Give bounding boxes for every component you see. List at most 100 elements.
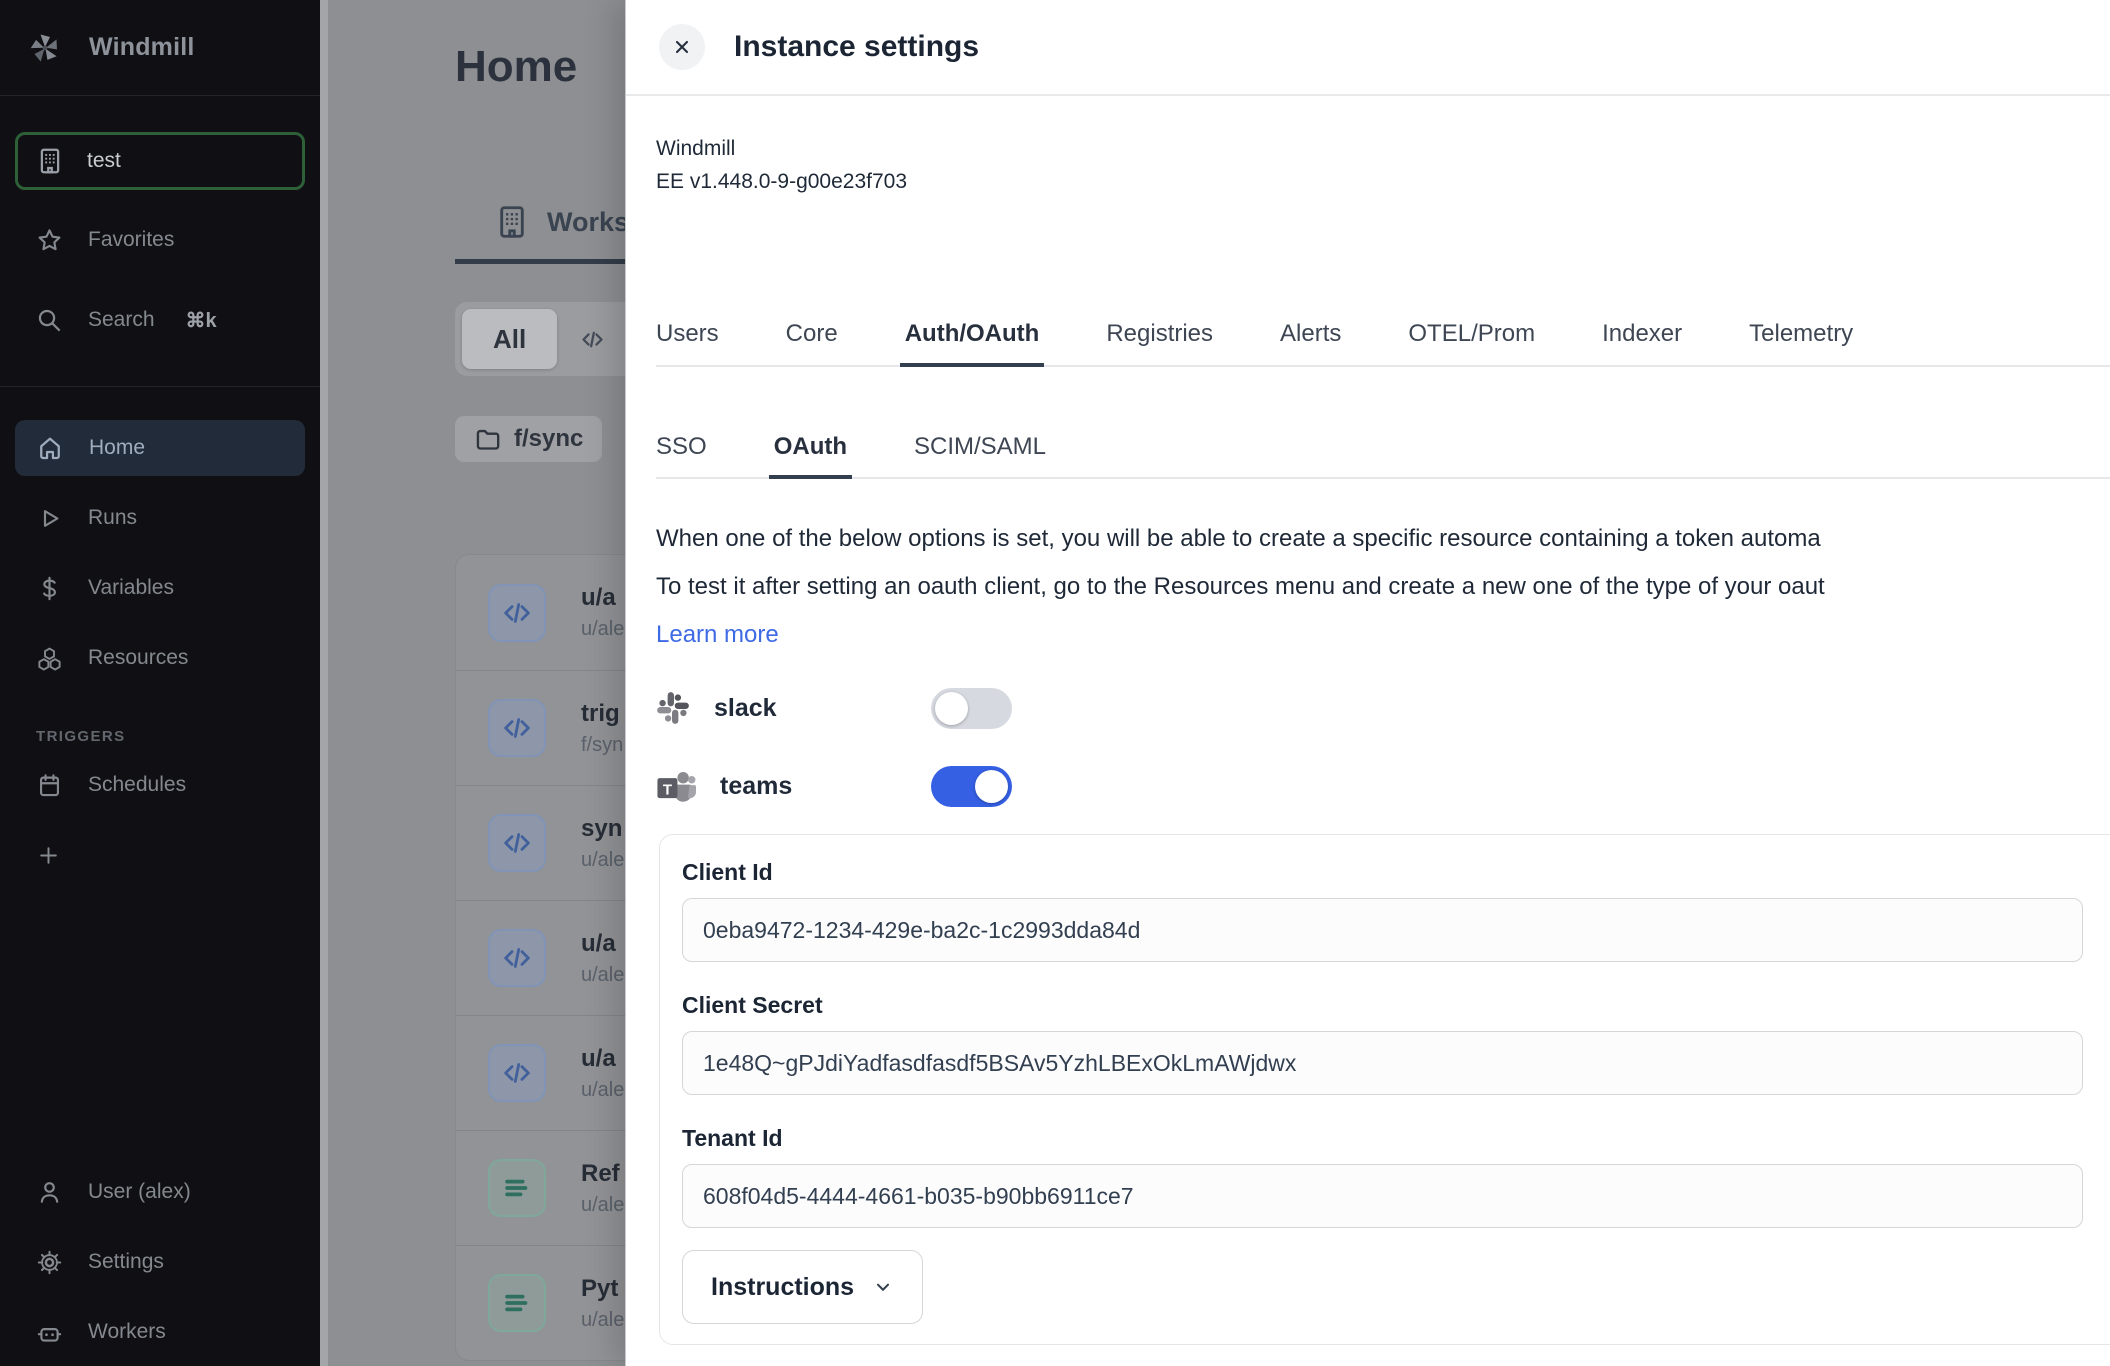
folder-chip[interactable]: f/sync (455, 416, 602, 462)
instructions-button[interactable]: Instructions (682, 1250, 923, 1324)
tab-auth-oauth[interactable]: Auth/OAuth (905, 320, 1040, 365)
play-icon (36, 505, 63, 532)
gear-icon (36, 1249, 63, 1276)
subtab-sso[interactable]: SSO (656, 433, 707, 477)
search-shortcut: ⌘k (186, 308, 217, 333)
tab-workspace[interactable]: Works (455, 203, 653, 264)
description-line-1: When one of the below options is set, yo… (656, 515, 2110, 563)
script-icon (488, 1044, 546, 1102)
subtab-scim-saml[interactable]: SCIM/SAML (914, 433, 1046, 477)
item-path: u/ale (581, 849, 624, 872)
sidebar-item-label: Runs (88, 506, 137, 530)
brand: Windmill (0, 0, 320, 96)
sidebar-item-resources[interactable]: Resources (15, 630, 305, 686)
flow-icon (488, 1159, 546, 1217)
windmill-logo-icon (27, 30, 63, 66)
folder-chip-label: f/sync (514, 425, 583, 453)
sidebar-item-settings[interactable]: Settings (15, 1234, 305, 1290)
tab-alerts[interactable]: Alerts (1280, 320, 1341, 365)
tenant-id-label: Tenant Id (682, 1125, 2083, 1152)
item-title: trig (581, 700, 623, 728)
code-filter-icon[interactable] (579, 326, 606, 353)
tab-telemetry[interactable]: Telemetry (1749, 320, 1853, 365)
sidebar-nav: test Favorites Search ⌘k (0, 132, 320, 883)
script-icon (488, 584, 546, 642)
slack-icon (656, 691, 690, 725)
search-icon (36, 307, 63, 334)
instance-name: Windmill (656, 132, 2110, 165)
tenant-id-input[interactable] (682, 1164, 2083, 1228)
user-icon (36, 1179, 63, 1206)
star-icon (36, 227, 63, 254)
item-title: Pyt (581, 1275, 624, 1303)
dollar-icon (36, 575, 63, 602)
subtab-oauth[interactable]: OAuth (774, 433, 847, 477)
add-trigger-button[interactable] (15, 827, 305, 883)
learn-more-link[interactable]: Learn more (656, 611, 2110, 659)
sidebar-item-workers[interactable]: Workers (15, 1304, 305, 1360)
tab-users[interactable]: Users (656, 320, 719, 365)
provider-name: slack (714, 694, 777, 723)
instance-settings-drawer: Instance settings Windmill EE v1.448.0-9… (625, 0, 2110, 1366)
close-button[interactable] (659, 24, 705, 70)
brand-name: Windmill (89, 33, 195, 62)
client-secret-input[interactable] (682, 1031, 2083, 1095)
workspace-selector[interactable]: test (15, 132, 305, 190)
tab-workspace-label: Works (547, 207, 629, 238)
teams-toggle[interactable] (931, 766, 1012, 807)
instance-version: EE v1.448.0-9-g00e23f703 (656, 165, 2110, 198)
sidebar-item-schedules[interactable]: Schedules (15, 757, 305, 813)
client-id-input[interactable] (682, 898, 2083, 962)
sidebar-item-label: Variables (88, 576, 174, 600)
sidebar-item-search[interactable]: Search ⌘k (15, 292, 305, 348)
sidebar-item-label: Home (89, 436, 145, 460)
flow-icon (488, 1274, 546, 1332)
item-title: Ref (581, 1160, 624, 1188)
tab-core[interactable]: Core (786, 320, 838, 365)
auth-subtabs: SSO OAuth SCIM/SAML (656, 433, 2110, 479)
instructions-label: Instructions (711, 1273, 854, 1302)
item-title: syn (581, 815, 624, 843)
tab-indexer[interactable]: Indexer (1602, 320, 1682, 365)
item-path: u/ale (581, 1079, 624, 1102)
script-icon (488, 699, 546, 757)
sidebar-item-label: Favorites (88, 228, 174, 252)
sidebar: Windmill test (0, 0, 320, 1366)
provider-row-slack: slack (656, 669, 2110, 747)
item-title: u/a (581, 1045, 624, 1073)
sidebar-item-runs[interactable]: Runs (15, 490, 305, 546)
client-secret-label: Client Secret (682, 992, 2083, 1019)
tab-registries[interactable]: Registries (1106, 320, 1213, 365)
robot-icon (36, 1319, 63, 1346)
teams-oauth-config-card: Client Id Client Secret Tenant Id Instru… (659, 834, 2110, 1345)
workspace-name: test (87, 149, 121, 173)
building-icon (493, 203, 531, 241)
script-icon (488, 929, 546, 987)
sidebar-item-label: User (alex) (88, 1180, 191, 1204)
boxes-icon (36, 645, 63, 672)
sidebar-item-label: Workers (88, 1320, 166, 1344)
sidebar-item-favorites[interactable]: Favorites (15, 212, 305, 268)
sidebar-bottom: User (alex) Settings (15, 1164, 305, 1360)
drawer-body: Windmill EE v1.448.0-9-g00e23f703 Users … (626, 96, 2110, 1366)
sidebar-item-variables[interactable]: Variables (15, 560, 305, 616)
sidebar-item-home[interactable]: Home (15, 420, 305, 476)
calendar-icon (36, 772, 63, 799)
settings-tabs: Users Core Auth/OAuth Registries Alerts … (656, 320, 2110, 367)
item-path: f/syn (581, 734, 623, 757)
kind-filter-group: All (455, 302, 652, 376)
home-icon (36, 434, 64, 462)
sidebar-divider (0, 386, 320, 387)
description-line-2: To test it after setting an oauth client… (656, 563, 2110, 611)
sidebar-item-user[interactable]: User (alex) (15, 1164, 305, 1220)
folder-icon (474, 426, 501, 453)
item-title: u/a (581, 584, 624, 612)
tab-otel-prom[interactable]: OTEL/Prom (1408, 320, 1535, 365)
instance-info: Windmill EE v1.448.0-9-g00e23f703 (656, 132, 2110, 198)
slack-toggle[interactable] (931, 688, 1012, 729)
oauth-description: When one of the below options is set, yo… (656, 515, 2110, 659)
plus-icon (36, 843, 61, 868)
filter-all-button[interactable]: All (462, 309, 557, 369)
sidebar-item-label: Search (88, 308, 155, 332)
client-id-label: Client Id (682, 859, 2083, 886)
